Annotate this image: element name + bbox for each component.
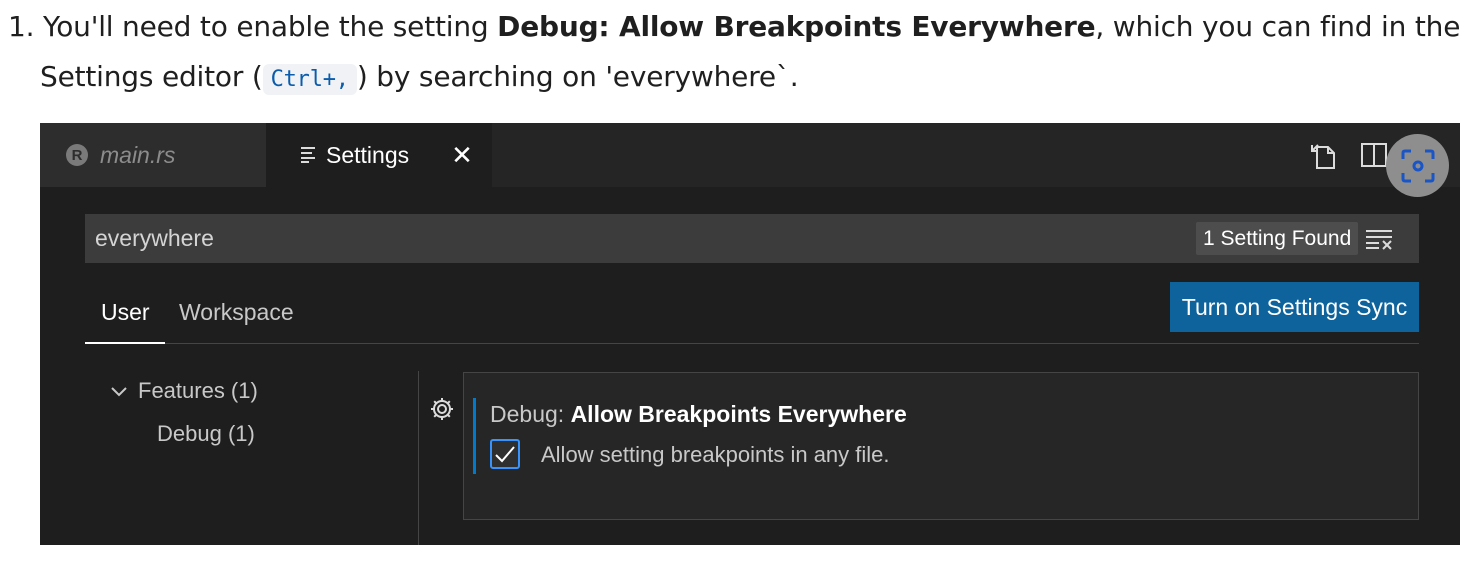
open-settings-json-icon[interactable] (1308, 141, 1338, 175)
tab-settings[interactable]: Settings ✕ (266, 123, 492, 187)
close-icon[interactable]: ✕ (451, 140, 473, 171)
chevron-down-icon (111, 387, 127, 397)
instruction-text: Settings editor ( (40, 60, 263, 93)
toc-label: Features (1) (138, 378, 258, 403)
settings-search-input[interactable]: everywhere 1 Setting Found (85, 214, 1419, 263)
instruction-text: ) by searching on 'everywhere`. (356, 60, 799, 93)
clear-filter-icon[interactable] (1365, 228, 1393, 254)
instruction-text: You'll need to enable the setting (43, 10, 498, 43)
list-number: 1. (8, 10, 35, 43)
tab-label: Settings (326, 141, 410, 168)
instruction-line-1: 1. You'll need to enable the setting Deb… (8, 10, 1460, 43)
setting-name-bold: Debug: Allow Breakpoints Everywhere (497, 10, 1096, 43)
instruction-line-2: Settings editor (Ctrl+,) by searching on… (40, 60, 799, 95)
split-editor-icon[interactable] (1360, 141, 1388, 173)
vscode-settings-screenshot: R main.rs Settings ✕ everywhere 1 Settin… (40, 123, 1460, 545)
toc-item-features[interactable]: Features (1) (110, 378, 258, 404)
setting-title: Debug: Allow Breakpoints Everywhere (490, 401, 907, 428)
toc-item-debug[interactable]: Debug (1) (157, 421, 255, 447)
checkmark-icon (495, 446, 515, 463)
toc-divider (418, 371, 419, 545)
screenshot-capture-button[interactable] (1386, 134, 1449, 197)
tab-label: main.rs (100, 141, 176, 168)
focus-indicator (473, 398, 476, 474)
setting-item: Debug: Allow Breakpoints Everywhere Allo… (463, 372, 1419, 520)
screenshot-capture-icon (1401, 149, 1435, 183)
settings-sync-button[interactable]: Turn on Settings Sync (1170, 282, 1419, 332)
setting-name: Allow Breakpoints Everywhere (570, 401, 907, 427)
active-tab-indicator (85, 342, 165, 344)
instruction-text: , which you can find in the (1095, 10, 1461, 43)
keyboard-shortcut: Ctrl+, (262, 64, 357, 95)
search-value: everywhere (95, 225, 214, 251)
editor-tab-bar: R main.rs Settings ✕ (40, 123, 1460, 197)
rust-icon: R (66, 144, 88, 166)
tab-user[interactable]: User (101, 299, 150, 326)
setting-category: Debug: (490, 401, 571, 427)
allow-breakpoints-checkbox[interactable] (490, 439, 520, 469)
tab-main-rs[interactable]: R main.rs (40, 123, 266, 187)
tab-workspace[interactable]: Workspace (179, 299, 294, 326)
setting-description: Allow setting breakpoints in any file. (541, 442, 890, 467)
results-count-badge: 1 Setting Found (1196, 222, 1359, 255)
gear-icon[interactable] (428, 395, 456, 427)
scope-divider (85, 343, 1419, 344)
settings-lines-icon (300, 142, 316, 169)
